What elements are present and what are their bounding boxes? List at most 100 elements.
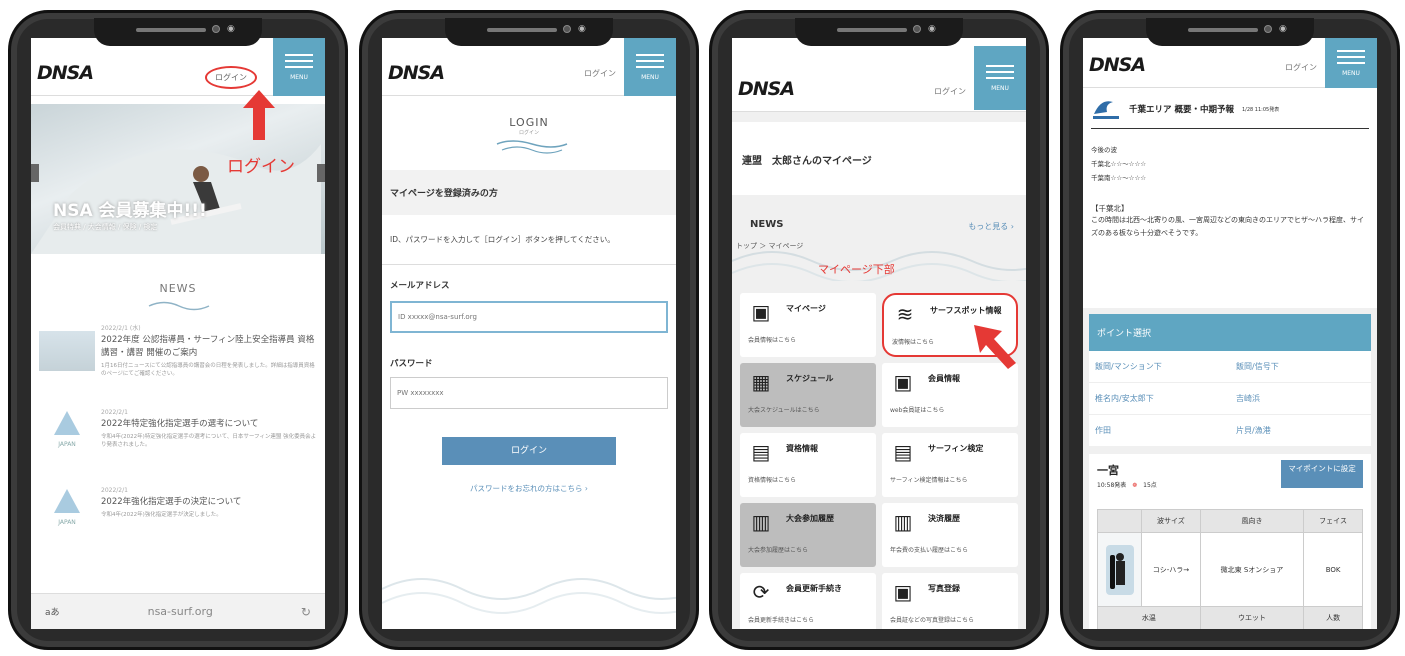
point-link[interactable]: 吉崎浜	[1230, 383, 1371, 415]
annotation-arrow-icon	[974, 325, 1016, 369]
wave-forecast-icon	[1093, 101, 1119, 119]
news-item[interactable]: JAPAN 2022/2/1 2022年特定強化指定選手の選考について 令和4年…	[39, 409, 317, 479]
screen-surf-spot: DNSA ログイン MENU 千葉エリア 概要・中期予報 1/28 11:05発…	[1083, 38, 1377, 629]
hero-banner[interactable]: NSA 会員募集中!!! 会員特典 / 大会情報 / 保険 / 検定	[31, 104, 325, 254]
password-field[interactable]	[390, 377, 668, 409]
tile-sub: 大会スケジュールはこちら	[748, 407, 820, 414]
nsa-logo[interactable]: DNSA	[738, 78, 795, 100]
tile-sub: 会員情報はこちら	[748, 337, 797, 344]
news-title: 2022年特定強化指定選手の選考について	[101, 419, 259, 429]
email-field[interactable]	[390, 301, 668, 333]
password-label: パスワード	[390, 359, 433, 369]
tile-renewal[interactable]: ⟳ 会員更新手続き 会員更新手続きはこちら	[740, 573, 876, 629]
site-header: DNSA ログイン MENU	[732, 38, 1026, 112]
nsa-logo[interactable]: DNSA	[388, 62, 445, 84]
browser-url-bar[interactable]: aあ nsa-surf.org ↻	[31, 593, 325, 629]
news-heading: NEWS	[750, 219, 784, 230]
tile-title: 資格情報	[786, 444, 818, 453]
tile-title: スケジュール	[786, 374, 834, 383]
tile-sub: サーフィン検定情報はこちら	[890, 477, 968, 484]
login-link[interactable]: ログイン	[205, 66, 257, 89]
menu-label: MENU	[1342, 69, 1360, 77]
menu-button[interactable]: MENU	[273, 38, 325, 96]
site-header: DNSA ログイン MENU	[382, 38, 676, 96]
surfer-image	[1097, 532, 1142, 607]
hero-prev-arrow[interactable]	[31, 164, 39, 182]
instruction-text: ID、パスワードを入力して［ログイン］ボタンを押してください。	[382, 215, 676, 265]
id-card-icon: ▣	[751, 300, 771, 324]
point-select-panel: ポイント選択 飯岡/マンション下 飯岡/信号下 椎名内/安太郎下 吉崎浜 作田 …	[1089, 314, 1371, 446]
menu-label: MENU	[991, 84, 1009, 92]
nsa-logo[interactable]: DNSA	[1089, 54, 1146, 76]
text-size-button[interactable]: aあ	[45, 605, 60, 618]
hero-next-arrow[interactable]	[317, 164, 325, 182]
table-header: 水温	[1097, 606, 1201, 629]
login-link[interactable]: ログイン	[1285, 62, 1317, 73]
phone-notch: ◉	[1146, 18, 1314, 46]
tile-contest-history[interactable]: ▥ 大会参加履歴 大会参加履歴はこちら	[740, 503, 876, 567]
menu-button[interactable]: MENU	[1325, 38, 1377, 88]
hero-title: NSA 会員募集中!!!	[53, 201, 207, 221]
news-panel: NEWS もっと見る › トップ ＞ マイページ マイページ下部	[732, 203, 1026, 293]
news-item[interactable]: JAPAN 2022/2/1 2022年強化指定選手の決定について 令和4年(2…	[39, 487, 317, 543]
tile-qualification[interactable]: ▤ 資格情報 資格情報はこちら	[740, 433, 876, 497]
point-select-header: ポイント選択	[1089, 314, 1371, 351]
table-cell: BOK	[1303, 532, 1363, 607]
login-link[interactable]: ログイン	[584, 68, 616, 79]
receipt-icon: ▥	[893, 510, 913, 534]
menu-button[interactable]: MENU	[624, 38, 676, 96]
point-link[interactable]: 飯岡/信号下	[1230, 351, 1371, 383]
forgot-password-link[interactable]: パスワードをお忘れの方はこちら ›	[382, 483, 676, 494]
my-point-button[interactable]: マイポイントに設定	[1281, 460, 1363, 488]
hero-subtitle: 会員特典 / 大会情報 / 保険 / 検定	[53, 223, 158, 231]
news-body: 1月16日付ニュースにて公認指導員の講習会の日程を発表しました。詳細は指導員資格…	[101, 363, 315, 377]
phone-home: ◉ DNSA ログイン MENU NSA 会員募集中!!! 会員特典 / 大会情…	[8, 10, 348, 650]
forecast-line: 今後の波	[1091, 146, 1117, 154]
login-subtitle: ログイン	[518, 130, 539, 136]
news-section: NEWS 2022/2/1 (水) 2022年度 公認指導員・サーフィン陸上安全…	[31, 282, 325, 543]
menu-button[interactable]: MENU	[974, 46, 1026, 110]
area-title: 千葉エリア 概要・中期予報	[1129, 105, 1234, 115]
login-link[interactable]: ログイン	[934, 86, 966, 97]
phone-login: ◉ DNSA ログイン MENU LOGIN ログイン マイページを登録済みの方…	[359, 10, 699, 650]
tile-sub: 大会参加履歴はこちら	[748, 547, 809, 554]
more-link[interactable]: もっと見る ›	[968, 221, 1014, 232]
news-item[interactable]: 2022/2/1 (水) 2022年度 公認指導員・サーフィン陸上安全指導員 資…	[39, 323, 317, 401]
welcome-title: 連盟 太郎さんのマイページ	[732, 122, 1026, 195]
tile-surf-test[interactable]: ▤ サーフィン検定 サーフィン検定情報はこちら	[882, 433, 1018, 497]
news-thumbnail	[39, 331, 95, 371]
tile-member-info[interactable]: ▣ 会員情報 web会員証はこちら	[882, 363, 1018, 427]
annotation-arrow-icon	[243, 90, 275, 140]
tile-title: 会員情報	[928, 374, 960, 383]
clipboard-icon: ▥	[751, 510, 771, 534]
tile-payment-history[interactable]: ▥ 決済履歴 年会費の支払い履歴はこちら	[882, 503, 1018, 567]
tile-mypage[interactable]: ▣ マイページ会員情報はこちら	[740, 293, 876, 357]
point-link[interactable]: 飯岡/マンション下	[1089, 351, 1230, 383]
section-title: マイページを登録済みの方	[382, 170, 676, 215]
document-icon: ▤	[751, 440, 771, 464]
forecast-line: 千葉南☆☆〜☆☆☆	[1091, 174, 1147, 182]
tile-sub: 波情報はこちら	[892, 339, 935, 346]
reload-icon[interactable]: ↻	[301, 605, 311, 619]
area-time: 1/28 11:05発表	[1241, 106, 1280, 113]
tile-schedule[interactable]: ▦ スケジュール 大会スケジュールはこちら	[740, 363, 876, 427]
spot-time: 10:58発表	[1097, 482, 1127, 489]
jsf-japan-logo: JAPAN	[39, 487, 95, 543]
wave-icon: ≋	[896, 302, 914, 326]
point-link[interactable]: 椎名内/安太郎下	[1089, 383, 1230, 415]
screen-mypage: DNSA ログイン MENU 連盟 太郎さんのマイページ NEWS もっと見る …	[732, 38, 1026, 629]
member-card-icon: ▣	[893, 370, 913, 394]
url-text[interactable]: nsa-surf.org	[148, 605, 213, 618]
tile-photo[interactable]: ▣ 写真登録 会員証などの写真登録はこちら	[882, 573, 1018, 629]
point-link[interactable]: 作田	[1089, 415, 1230, 446]
tile-sub: 会員更新手続きはこちら	[748, 617, 815, 624]
tile-title: マイページ	[786, 304, 826, 313]
news-body: 令和4年(2022年)強化指定選手が決定しました。	[101, 512, 222, 518]
japan-label: JAPAN	[58, 441, 76, 448]
screen-home: DNSA ログイン MENU NSA 会員募集中!!! 会員特典 / 大会情報 …	[31, 38, 325, 629]
nsa-logo[interactable]: DNSA	[37, 62, 94, 84]
tile-title: サーフィン検定	[928, 444, 984, 453]
news-heading: NEWS	[159, 282, 197, 295]
point-link[interactable]: 片貝/漁港	[1230, 415, 1371, 446]
login-button[interactable]: ログイン	[442, 437, 616, 465]
